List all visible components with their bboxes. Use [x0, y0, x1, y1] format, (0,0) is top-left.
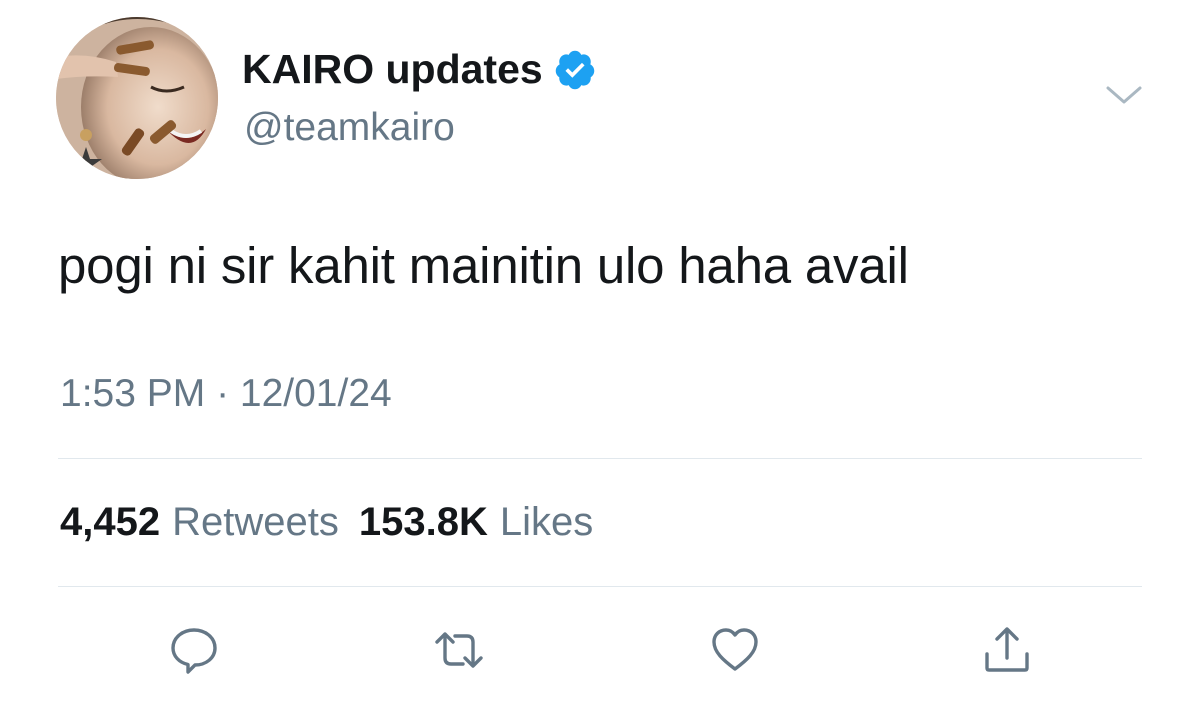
author-handle[interactable]: @teamkairo	[244, 106, 455, 150]
profile-photo	[56, 17, 218, 179]
tweet-menu-button[interactable]	[1104, 80, 1144, 110]
share-upload-icon	[985, 627, 1029, 672]
heart-icon	[712, 628, 758, 671]
retweet-arrows-icon	[435, 632, 483, 668]
display-name-text: KAIRO updates	[242, 46, 543, 92]
author-avatar[interactable]	[56, 17, 218, 179]
tweet-action-bar	[0, 620, 1200, 684]
tweet-body-text: pogi ni sir kahit mainitin ulo haha avai…	[58, 237, 909, 294]
retweet-button[interactable]	[429, 620, 489, 680]
divider	[58, 458, 1142, 459]
tweet-card: KAIRO updates @teamkairo pogi ni sir kah…	[0, 0, 1200, 707]
retweets-label[interactable]: Retweets	[172, 500, 339, 545]
reply-button[interactable]	[164, 620, 224, 680]
verified-badge-icon	[555, 50, 594, 89]
likes-count[interactable]: 153.8K	[359, 500, 488, 545]
author-display-name[interactable]: KAIRO updates	[242, 46, 597, 93]
like-button[interactable]	[705, 620, 765, 680]
tweet-stats: 4,452 Retweets 153.8K Likes	[60, 500, 601, 545]
chevron-down-icon	[1106, 86, 1142, 104]
speech-bubble-icon	[171, 628, 217, 674]
share-button[interactable]	[977, 620, 1037, 680]
tweet-timestamp[interactable]: 1:53 PM · 12/01/24	[60, 372, 392, 416]
likes-label[interactable]: Likes	[500, 500, 593, 545]
divider	[58, 586, 1142, 587]
retweets-count[interactable]: 4,452	[60, 500, 160, 545]
